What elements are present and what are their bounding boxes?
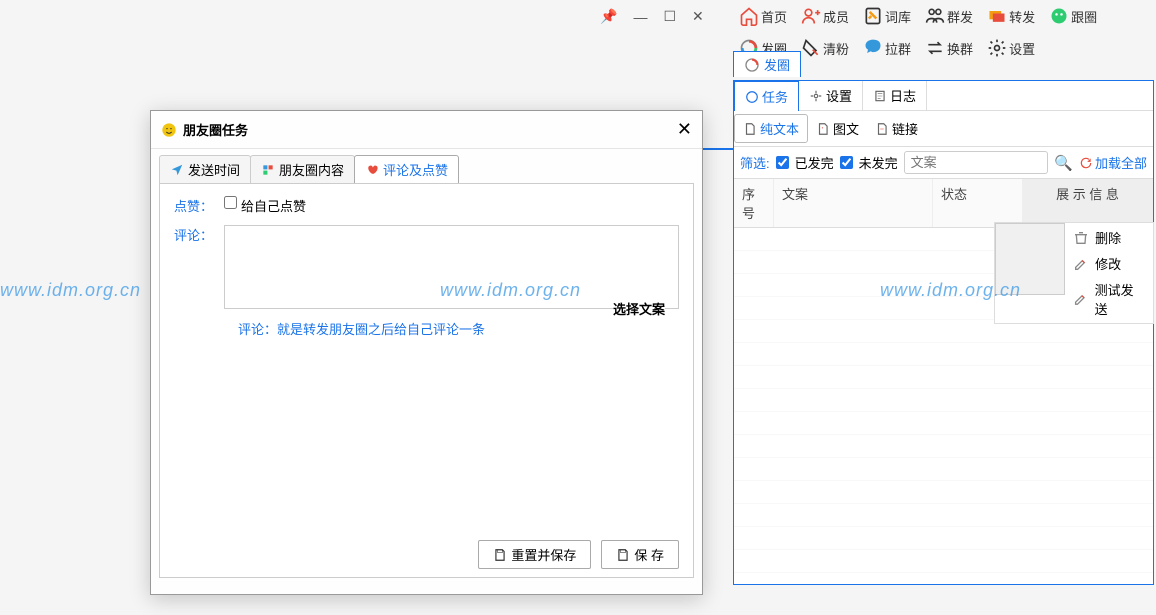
toolbar-follow-circle-label: 跟圈 xyxy=(1071,7,1097,26)
search-icon[interactable]: 🔍 xyxy=(1054,154,1073,172)
comment-label: 评论： xyxy=(174,225,224,244)
content-tab-text[interactable]: 纯文本 xyxy=(734,114,808,143)
dialog-tab-comment-like-label: 评论及点赞 xyxy=(383,160,448,179)
right-panel: 发圈 任务 设置 日志 纯文本 图文 链接 筛选: 已发完 未发完 🔍 加载全部… xyxy=(733,80,1154,585)
dialog-tabs: 发送时间 朋友圈内容 评论及点赞 xyxy=(151,149,702,183)
save-label: 保 存 xyxy=(634,545,664,564)
action-test-send[interactable]: 测试发送 xyxy=(1071,278,1147,320)
dialog-title-text: 朋友圈任务 xyxy=(183,120,677,139)
save-button[interactable]: 保 存 xyxy=(601,540,679,569)
filter-unsent-label: 未发完 xyxy=(859,153,898,172)
toolbar-forward-label: 转发 xyxy=(1009,7,1035,26)
toolbar-members[interactable]: 成员 xyxy=(797,4,853,28)
like-row: 点赞： 给自己点赞 xyxy=(174,196,679,215)
toolbar-forward[interactable]: 转发 xyxy=(983,4,1039,28)
action-edit[interactable]: 修改 xyxy=(1071,252,1147,275)
filter-row: 筛选: 已发完 未发完 🔍 加载全部 xyxy=(734,147,1153,179)
watermark: www.idm.org.cn xyxy=(0,280,141,301)
toolbar-mass-send-label: 群发 xyxy=(947,7,973,26)
sub-tab-task[interactable]: 任务 xyxy=(734,81,799,111)
like-self-checkbox[interactable] xyxy=(224,196,237,209)
toolbar-mass-send[interactable]: 群发 xyxy=(921,4,977,28)
action-delete[interactable]: 删除 xyxy=(1071,226,1147,249)
toolbar-settings[interactable]: 设置 xyxy=(983,36,1039,60)
sub-tab-log-label: 日志 xyxy=(890,86,916,105)
th-index: 序号 xyxy=(734,179,774,227)
toolbar-pull-group-label: 拉群 xyxy=(885,39,911,58)
close-window-button[interactable]: ✕ xyxy=(692,8,704,25)
sub-tabs: 任务 设置 日志 xyxy=(734,81,1153,111)
content-tab-link-label: 链接 xyxy=(892,119,918,138)
panel-outer-tab-label: 发圈 xyxy=(764,55,790,74)
toolbar-clean[interactable]: 清粉 xyxy=(797,36,853,60)
dialog-tab-comment-like[interactable]: 评论及点赞 xyxy=(354,155,459,183)
dialog-icon xyxy=(161,122,177,138)
th-status: 状态 xyxy=(933,179,1023,227)
sub-tab-settings-label: 设置 xyxy=(826,86,852,105)
table-header: 序号 文案 状态 展 示 信 息 xyxy=(734,179,1153,228)
action-delete-label: 删除 xyxy=(1095,228,1121,247)
comment-row: 评论： xyxy=(174,225,679,309)
toolbar-home[interactable]: 首页 xyxy=(735,4,791,28)
reset-save-button[interactable]: 重置并保存 xyxy=(478,540,591,569)
action-test-send-label: 测试发送 xyxy=(1095,280,1145,318)
panel-outer-tab[interactable]: 发圈 xyxy=(733,51,801,77)
filter-search-input[interactable] xyxy=(904,151,1049,174)
like-self-label: 给自己点赞 xyxy=(241,196,306,215)
reload-all-button[interactable]: 加载全部 xyxy=(1079,153,1147,172)
reset-save-label: 重置并保存 xyxy=(511,545,576,564)
filter-unsent-checkbox[interactable] xyxy=(840,156,853,169)
window-controls: 📌 — ☐ ✕ xyxy=(600,8,704,25)
filter-sent-label: 已发完 xyxy=(795,153,834,172)
dialog-close-button[interactable]: ✕ xyxy=(677,119,692,140)
sub-tab-log[interactable]: 日志 xyxy=(863,81,927,110)
toolbar-settings-label: 设置 xyxy=(1009,39,1035,58)
toolbar-pull-group[interactable]: 拉群 xyxy=(859,36,915,60)
action-edit-label: 修改 xyxy=(1095,254,1121,273)
comment-textarea[interactable] xyxy=(224,225,679,309)
filter-sent-checkbox[interactable] xyxy=(776,156,789,169)
preview-thumbnail xyxy=(995,223,1065,295)
content-tab-image-text[interactable]: 图文 xyxy=(808,114,867,143)
th-content: 文案 xyxy=(774,179,933,227)
toolbar-swap-group[interactable]: 换群 xyxy=(921,36,977,60)
like-label: 点赞： xyxy=(174,196,224,215)
reload-all-label: 加载全部 xyxy=(1095,153,1147,172)
toolbar-members-label: 成员 xyxy=(823,7,849,26)
sub-tab-task-label: 任务 xyxy=(762,87,788,106)
moments-task-dialog: 朋友圈任务 ✕ 发送时间 朋友圈内容 评论及点赞 点赞： 给自己点赞 评论： 选… xyxy=(150,110,703,595)
action-panel: 删除 修改 测试发送 xyxy=(994,222,1154,324)
toolbar-swap-group-label: 换群 xyxy=(947,39,973,58)
filter-label: 筛选: xyxy=(740,153,770,172)
dialog-tab-send-time[interactable]: 发送时间 xyxy=(159,155,251,183)
sub-tab-settings[interactable]: 设置 xyxy=(799,81,863,110)
dialog-footer: 重置并保存 保 存 xyxy=(478,540,679,569)
comment-hint: 评论：就是转发朋友圈之后给自己评论一条 xyxy=(238,319,679,338)
dialog-tab-send-time-label: 发送时间 xyxy=(188,160,240,179)
toolbar-home-label: 首页 xyxy=(761,7,787,26)
dialog-tab-content-label: 朋友圈内容 xyxy=(279,160,344,179)
maximize-button[interactable]: ☐ xyxy=(663,8,676,25)
th-display-info: 展 示 信 息 xyxy=(1023,179,1153,227)
dialog-titlebar: 朋友圈任务 ✕ xyxy=(151,111,702,149)
dialog-tab-content[interactable]: 朋友圈内容 xyxy=(250,155,355,183)
content-tab-image-text-label: 图文 xyxy=(833,119,859,138)
toolbar-dictionary[interactable]: 词库 xyxy=(859,4,915,28)
toolbar-clean-label: 清粉 xyxy=(823,39,849,58)
choose-text-button[interactable]: 选择文案 xyxy=(613,299,665,318)
dialog-body: 点赞： 给自己点赞 评论： 选择文案 评论：就是转发朋友圈之后给自己评论一条 重… xyxy=(159,183,694,578)
minimize-button[interactable]: — xyxy=(633,9,647,25)
pin-icon[interactable]: 📌 xyxy=(600,8,617,25)
content-tabs: 纯文本 图文 链接 xyxy=(734,111,1153,147)
toolbar-follow-circle[interactable]: 跟圈 xyxy=(1045,4,1101,28)
toolbar-dictionary-label: 词库 xyxy=(885,7,911,26)
content-tab-text-label: 纯文本 xyxy=(760,119,799,138)
content-tab-link[interactable]: 链接 xyxy=(867,114,926,143)
